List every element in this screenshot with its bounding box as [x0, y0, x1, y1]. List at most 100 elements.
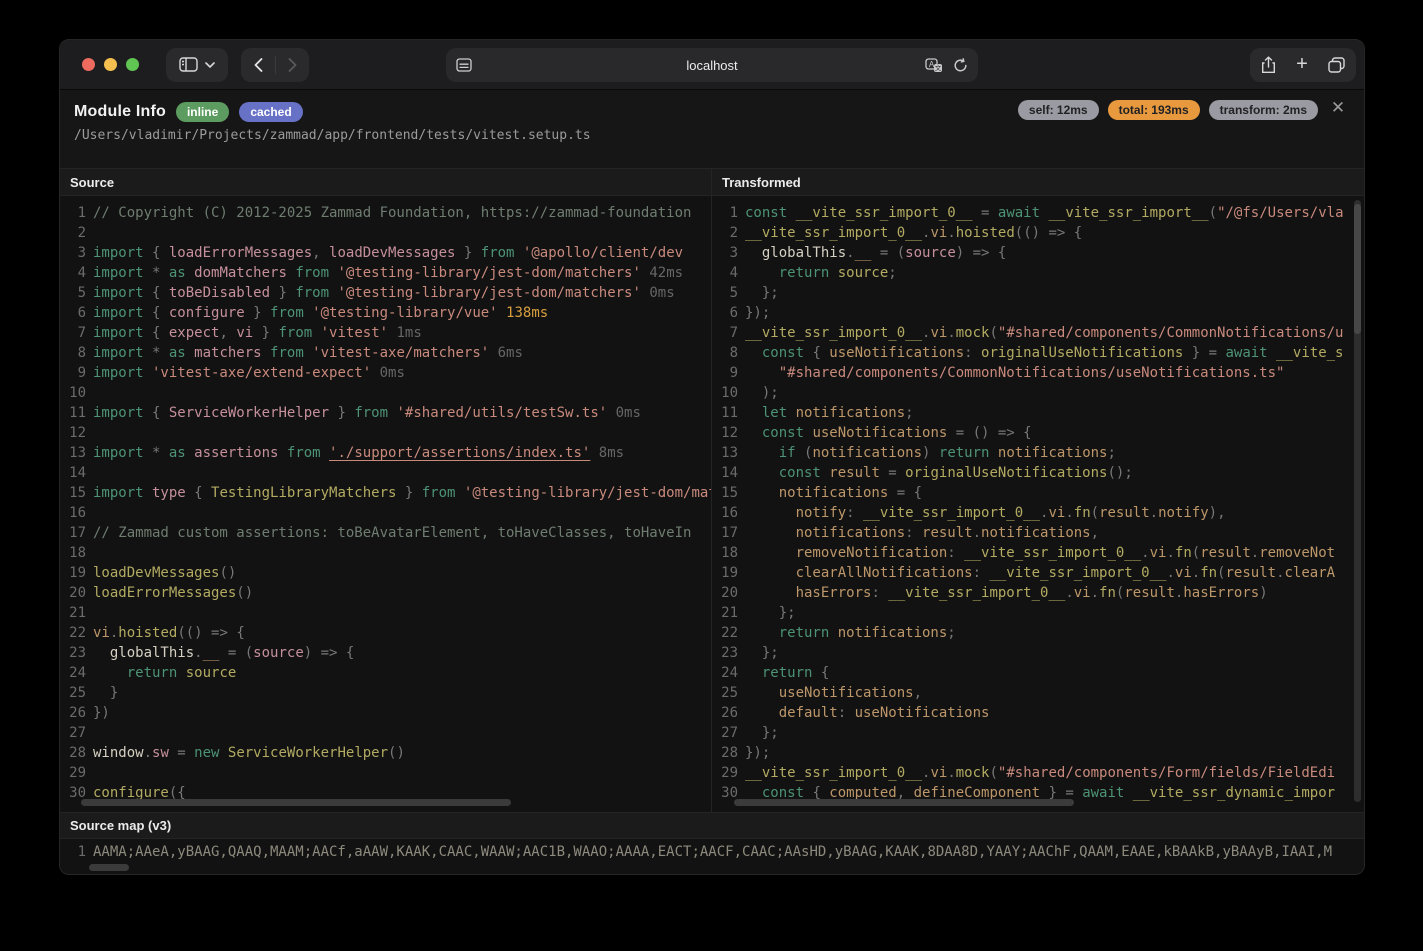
page-settings-icon[interactable] — [456, 58, 472, 72]
code-token: as — [168, 445, 186, 461]
code-token: { — [194, 485, 212, 501]
line-number: 3 — [729, 245, 738, 261]
code-token: . — [1065, 505, 1074, 521]
code-token: } = — [1183, 345, 1226, 361]
code-token: __ — [202, 645, 220, 661]
code-token: // Copyright (C) 2012-2025 Zammad Founda… — [93, 205, 692, 221]
transformed-horizontal-scrollbar[interactable] — [734, 799, 1074, 806]
zoom-window-button[interactable] — [126, 58, 139, 71]
sidebar-toggle-button[interactable] — [166, 47, 228, 82]
code-token: await — [1082, 785, 1133, 801]
code-token: : — [846, 505, 864, 521]
sourcemap-horizontal-scrollbar[interactable] — [89, 864, 129, 871]
line-number: 18 — [721, 545, 738, 561]
code-token: } — [396, 485, 422, 501]
code-line: 6}); — [712, 303, 1364, 323]
line-number: 23 — [69, 645, 86, 661]
code-line: 20 loadErrorMessages() — [60, 583, 711, 603]
line-number: 20 — [69, 585, 86, 601]
line-number: 9 — [77, 365, 86, 381]
code-line: 12 — [60, 423, 711, 443]
code-token: import — [93, 445, 144, 461]
code-token: '@testing-library/jest-dom/matchers' — [329, 265, 641, 281]
code-token: __vite_ssr_import_0__ — [989, 565, 1167, 581]
share-icon[interactable] — [1261, 55, 1276, 74]
code-line: 18 — [60, 543, 711, 563]
line-number: 13 — [721, 445, 738, 461]
browser-toolbar: localhost A 文 + — [60, 40, 1364, 90]
line-number: 16 — [721, 505, 738, 521]
line-number: 11 — [721, 405, 738, 421]
code-token: }; — [745, 605, 796, 621]
code-token: '@testing-library/vue' — [303, 305, 498, 321]
module-link[interactable]: './support/assertions/index.ts' — [329, 445, 590, 461]
code-token: default — [745, 705, 838, 721]
forward-button[interactable] — [275, 48, 309, 82]
minimize-window-button[interactable] — [104, 58, 117, 71]
transformed-vertical-scrollbar[interactable] — [1354, 204, 1361, 334]
code-token: ) — [922, 445, 939, 461]
code-token: const — [745, 425, 813, 441]
code-line: 14 — [60, 463, 711, 483]
code-token: sw — [152, 745, 169, 761]
transformed-pane-title: Transformed — [712, 168, 1364, 196]
code-token: = — [972, 205, 998, 221]
back-button[interactable] — [241, 48, 275, 82]
line-number: 10 — [721, 385, 738, 401]
code-token: import — [93, 485, 144, 501]
line-number: 4 — [729, 265, 738, 281]
code-line: 17 // Zammad custom assertions: toBeAvata… — [60, 523, 711, 543]
translate-icon[interactable]: A 文 — [925, 57, 943, 73]
new-tab-button[interactable]: + — [1296, 53, 1308, 76]
transformed-pane: Transformed 1 const __vite_ssr_import_0__… — [712, 168, 1364, 812]
code-token: () — [219, 565, 237, 581]
line-number: 1 — [729, 205, 738, 221]
code-line: 7 __vite_ssr_import_0__.vi.mock("#shared/… — [712, 323, 1364, 343]
line-number: 5 — [729, 285, 738, 301]
line-number: 17 — [721, 525, 738, 541]
code-token: , — [1090, 525, 1100, 541]
code-token: * — [143, 265, 169, 281]
code-token: ( — [1208, 205, 1218, 221]
code-token: } — [93, 685, 119, 701]
forward-icon — [288, 57, 297, 72]
sourcemap-section: Source map (v3) 1 AAMA;AAeA,yBAAG,QAAQ,MA… — [60, 812, 1364, 874]
close-window-button[interactable] — [82, 58, 95, 71]
code-token: from — [295, 265, 330, 281]
address-bar[interactable]: localhost A 文 — [446, 48, 978, 82]
code-token: __vite_ssr_import_0__ — [745, 225, 923, 241]
code-token: import — [93, 265, 144, 281]
code-line: 3 globalThis.__ = (source) => { — [712, 243, 1364, 263]
line-number: 17 — [69, 525, 86, 541]
code-token: = — [879, 465, 906, 481]
code-token: } — [253, 325, 279, 341]
code-token: . — [1191, 565, 1201, 581]
line-number: 15 — [69, 485, 86, 501]
back-icon — [254, 57, 263, 72]
code-line: 15 import type { TestingLibraryMatchers }… — [60, 483, 711, 503]
code-token: . — [143, 745, 153, 761]
tab-overview-button[interactable] — [1328, 56, 1345, 73]
code-token: ; — [905, 405, 914, 421]
code-token: globalThis — [745, 245, 847, 261]
code-token: result — [1099, 505, 1150, 521]
code-line: 23 }; — [712, 643, 1364, 663]
code-token: . — [1166, 545, 1175, 561]
code-token: result — [1225, 565, 1277, 581]
code-line: 8 const { useNotifications: originalUseN… — [712, 343, 1364, 363]
code-token: 1ms — [388, 325, 422, 341]
code-token: result — [829, 465, 880, 481]
source-horizontal-scrollbar[interactable] — [81, 799, 511, 806]
line-number: 28 — [69, 745, 86, 761]
code-token: await — [1225, 345, 1277, 361]
code-token: __vite_ssr_import_0__ — [964, 545, 1142, 561]
code-token: clearA — [1284, 565, 1336, 581]
line-number: 21 — [69, 605, 86, 621]
code-token: '#shared/utils/testSw.ts' — [388, 405, 608, 421]
reload-icon[interactable] — [953, 57, 968, 73]
source-pane: Source 1 // Copyright (C) 2012-2025 Zamma… — [60, 168, 712, 812]
code-line: 5 import { toBeDisabled } from '@testing-… — [60, 283, 711, 303]
close-panel-button[interactable]: ✕ — [1326, 96, 1350, 120]
code-token: . — [947, 765, 956, 781]
code-line: 27 — [60, 723, 711, 743]
